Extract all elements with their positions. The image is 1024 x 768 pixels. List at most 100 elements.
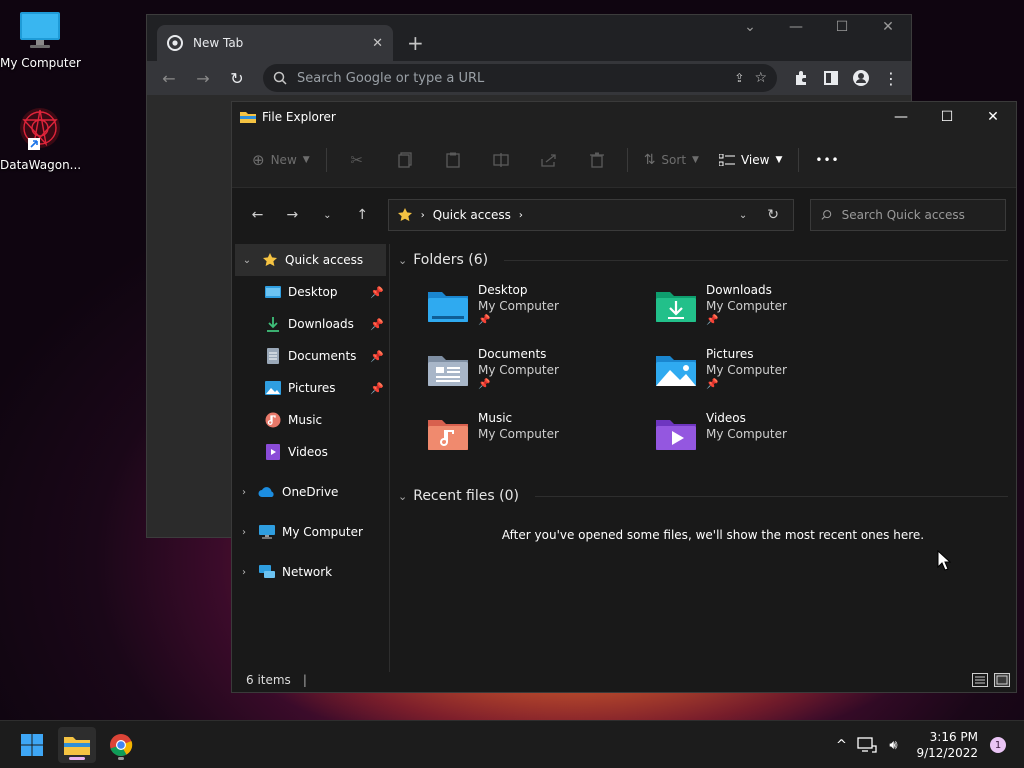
share-button[interactable]	[527, 143, 571, 177]
close-icon[interactable]: ✕	[865, 19, 911, 35]
forward-icon[interactable]: →	[277, 199, 308, 231]
nav-item-pictures[interactable]: Pictures 📌	[232, 372, 389, 404]
chevron-down-icon[interactable]: ⌄	[398, 490, 407, 503]
view-icon	[718, 153, 735, 166]
details-view-icon[interactable]	[972, 673, 988, 687]
windows-logo-icon	[21, 734, 43, 756]
chevron-down-icon: ▼	[775, 154, 783, 165]
monitor-icon	[259, 525, 275, 539]
sort-button[interactable]: ⇅ Sort ▼	[636, 143, 707, 177]
folder-tile-downloads[interactable]: Downloads My Computer 📌	[654, 282, 882, 338]
chrome-tabstrip: New Tab ✕ + ⌄ — ☐ ✕	[147, 15, 911, 61]
volume-icon[interactable]: 🔊︎	[880, 738, 906, 753]
nav-item-downloads[interactable]: Downloads 📌	[232, 308, 389, 340]
address-bar[interactable]: › Quick access › ⌄ ↻	[387, 199, 795, 231]
desktop-folder-icon	[265, 286, 281, 298]
sort-button-label: Sort	[661, 152, 687, 167]
folder-tile-documents[interactable]: Documents My Computer 📌	[426, 346, 654, 402]
command-separator	[325, 147, 327, 172]
start-button[interactable]	[13, 727, 51, 763]
chevron-right-icon[interactable]: ›	[519, 210, 523, 221]
folder-tile-pictures[interactable]: Pictures My Computer 📌	[654, 346, 882, 402]
view-switcher	[972, 673, 1010, 687]
taskbar-chrome[interactable]	[102, 727, 140, 763]
chrome-favicon-icon	[167, 35, 183, 51]
chrome-tab[interactable]: New Tab ✕	[157, 25, 393, 61]
copy-button[interactable]	[383, 143, 427, 177]
nav-item-onedrive[interactable]: › OneDrive	[232, 476, 389, 508]
file-explorer-window[interactable]: File Explorer — ☐ ✕ ⊕ New ▼ ✂ ⇅ Sort ▼ V…	[231, 101, 1017, 693]
view-button[interactable]: View ▼	[711, 143, 790, 177]
search-box[interactable]	[810, 199, 1007, 231]
nav-item-my-computer[interactable]: › My Computer	[232, 516, 389, 548]
folders-section-header[interactable]: ⌄ Folders (6)	[398, 244, 1008, 276]
refresh-icon[interactable]: ↻	[761, 207, 785, 223]
chevron-down-icon: ▼	[692, 154, 699, 165]
search-input[interactable]	[841, 208, 996, 222]
monitor-icon	[20, 12, 60, 48]
tiles-view-icon[interactable]	[994, 673, 1010, 687]
minimize-icon[interactable]: —	[773, 19, 819, 35]
recent-section-header[interactable]: ⌄ Recent files (0)	[398, 480, 1008, 512]
forward-icon[interactable]: →	[189, 69, 217, 88]
content-pane: ⌄ Folders (6) Desktop My Computer 📌 Downlo…	[398, 244, 1008, 672]
folder-tile-desktop[interactable]: Desktop My Computer 📌	[426, 282, 654, 338]
chevron-down-icon[interactable]: ⌄	[398, 254, 407, 267]
side-panel-icon[interactable]	[819, 66, 843, 90]
cut-button[interactable]: ✂	[335, 143, 379, 177]
omnibox[interactable]: Search Google or type a URL ⇪ ☆	[263, 64, 777, 92]
paste-icon	[446, 152, 460, 168]
paste-button[interactable]	[431, 143, 475, 177]
notification-badge[interactable]: 1	[990, 737, 1006, 753]
profile-icon[interactable]	[849, 66, 873, 90]
running-indicator	[118, 757, 124, 760]
network-status-icon[interactable]	[856, 736, 878, 754]
nav-item-videos[interactable]: Videos	[232, 436, 389, 468]
folder-tile-videos[interactable]: Videos My Computer	[654, 410, 882, 466]
desktop-icon-my-computer[interactable]: My Computer	[0, 10, 81, 70]
show-hidden-icons-chevron-icon[interactable]: ^	[828, 738, 854, 753]
rename-button[interactable]	[479, 143, 523, 177]
more-options-button[interactable]: •••	[807, 143, 847, 177]
nav-item-desktop[interactable]: Desktop 📌	[232, 276, 389, 308]
breadcrumb-quick-access[interactable]: Quick access	[433, 208, 511, 222]
tab-search-icon[interactable]: ⌄	[727, 19, 773, 35]
desktop-icon-datawagon[interactable]: DataWagon...	[0, 104, 81, 172]
chrome-menu-icon[interactable]: ⋮	[879, 69, 903, 88]
nav-item-network[interactable]: › Network	[232, 556, 389, 588]
share-icon[interactable]: ⇪	[734, 71, 744, 85]
folder-location: My Computer	[478, 363, 559, 377]
chevron-right-icon[interactable]: ›	[232, 527, 256, 538]
section-divider	[504, 259, 1008, 261]
downloads-folder-icon	[656, 292, 696, 322]
close-icon[interactable]: ✕	[970, 102, 1016, 132]
folder-name: Pictures	[706, 347, 754, 361]
maximize-icon[interactable]: ☐	[924, 102, 970, 132]
new-button[interactable]: ⊕ New ▼	[244, 143, 318, 177]
up-icon[interactable]: ↑	[347, 199, 378, 231]
new-tab-button[interactable]: +	[407, 31, 424, 55]
nav-item-documents[interactable]: Documents 📌	[232, 340, 389, 372]
bookmark-star-icon[interactable]: ☆	[754, 70, 767, 86]
extensions-icon[interactable]	[789, 66, 813, 90]
taskbar-file-explorer[interactable]	[58, 727, 96, 763]
maximize-icon[interactable]: ☐	[819, 19, 865, 35]
nav-item-quick-access[interactable]: ⌄ Quick access	[235, 244, 386, 276]
close-tab-icon[interactable]: ✕	[372, 36, 383, 51]
nav-item-music[interactable]: Music	[232, 404, 389, 436]
folder-name: Desktop	[478, 283, 528, 297]
back-icon[interactable]: ←	[155, 69, 183, 88]
delete-button[interactable]	[575, 143, 619, 177]
search-icon	[273, 71, 287, 85]
clock[interactable]: 3:16 PM 9/12/2022	[916, 729, 978, 761]
folder-name: Downloads	[706, 283, 772, 297]
address-dropdown-icon[interactable]: ⌄	[731, 210, 755, 221]
chevron-down-icon[interactable]: ⌄	[235, 255, 259, 266]
folder-tile-music[interactable]: Music My Computer	[426, 410, 654, 466]
minimize-icon[interactable]: —	[878, 102, 924, 132]
back-icon[interactable]: ←	[242, 199, 273, 231]
reload-icon[interactable]: ↻	[223, 69, 251, 88]
recent-locations-icon[interactable]: ⌄	[312, 199, 343, 231]
chevron-right-icon[interactable]: ›	[232, 487, 256, 498]
chevron-right-icon[interactable]: ›	[232, 567, 256, 578]
